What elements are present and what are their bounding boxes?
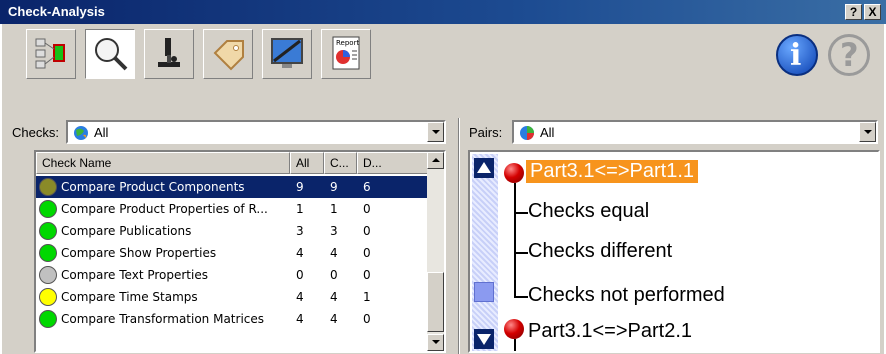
- column-header-all[interactable]: All: [290, 152, 324, 174]
- status-green-icon: [39, 200, 57, 218]
- panel-divider[interactable]: [458, 118, 460, 354]
- globe-icon: [74, 126, 88, 140]
- display-tool-button[interactable]: [262, 29, 312, 79]
- tree-connector: [514, 296, 528, 298]
- structure-tool-button[interactable]: [26, 29, 76, 79]
- arrow-down-icon: [432, 340, 440, 344]
- tree-node-checks-equal[interactable]: Checks equal: [528, 200, 649, 223]
- scroll-down-button[interactable]: [427, 334, 444, 351]
- tree-scrollbar[interactable]: [472, 154, 498, 351]
- help-icon: ?: [840, 36, 859, 74]
- table-row[interactable]: Compare Show Properties 4 4 0: [36, 242, 428, 264]
- info-button[interactable]: i: [776, 34, 818, 76]
- arrow-down-icon: [477, 334, 491, 345]
- column-header-check-name[interactable]: Check Name: [36, 152, 290, 174]
- product-structure-icon: [35, 38, 65, 69]
- table-row[interactable]: Compare Time Stamps 4 4 1: [36, 286, 428, 308]
- scroll-up-button[interactable]: [427, 152, 444, 169]
- pairs-tree: Part3.1<=>Part1.1 Checks equal Checks di…: [468, 150, 880, 353]
- arrow-up-icon: [432, 158, 440, 162]
- chevron-down-icon[interactable]: [859, 122, 876, 142]
- zoom-tool-button[interactable]: [85, 29, 135, 79]
- status-olive-icon: [39, 178, 57, 196]
- tree-connector: [514, 252, 528, 254]
- scroll-thumb[interactable]: [427, 272, 444, 332]
- tree-connector: [514, 183, 516, 298]
- tree-node-checks-not-performed[interactable]: Checks not performed: [528, 284, 725, 307]
- tree-node-next[interactable]: Part3.1<=>Part2.1: [528, 320, 692, 343]
- tree-scroll-up-button[interactable]: [474, 158, 494, 178]
- microscope-tool-button[interactable]: [144, 29, 194, 79]
- tree-scroll-down-button[interactable]: [474, 329, 494, 349]
- status-green-icon: [39, 310, 57, 328]
- checks-scrollbar[interactable]: [427, 152, 444, 351]
- report-icon-caption: Report: [336, 39, 359, 47]
- pie-icon: [520, 126, 534, 140]
- help-title-button[interactable]: ?: [845, 4, 862, 20]
- tag-tool-button[interactable]: [203, 29, 253, 79]
- red-ball-icon: [504, 319, 524, 339]
- magnifier-icon: [95, 38, 128, 71]
- tree-connector: [514, 212, 528, 214]
- column-header-d[interactable]: D...: [357, 152, 428, 174]
- checks-filter-select[interactable]: All: [66, 120, 446, 144]
- table-row[interactable]: Compare Transformation Matrices 4 4 0: [36, 308, 428, 330]
- tree-connector: [514, 339, 516, 351]
- pairs-label: Pairs:: [469, 125, 503, 140]
- info-icon: i: [790, 38, 802, 73]
- microscope-icon: [158, 38, 180, 67]
- close-button[interactable]: X: [864, 4, 881, 20]
- monitor-icon: [271, 38, 303, 68]
- status-yellow-icon: [39, 288, 57, 306]
- table-row[interactable]: Compare Product Properties of R... 1 1 0: [36, 198, 428, 220]
- tree-scroll-thumb[interactable]: [474, 282, 494, 302]
- status-gray-icon: [39, 266, 57, 284]
- checks-label: Checks:: [12, 125, 59, 140]
- window-title: Check-Analysis: [8, 4, 105, 19]
- help-button[interactable]: ?: [828, 34, 870, 76]
- checks-filter-value: All: [94, 125, 109, 140]
- tag-icon: [213, 40, 244, 71]
- column-header-c[interactable]: C...: [324, 152, 357, 174]
- pairs-filter-select[interactable]: All: [512, 120, 878, 144]
- chevron-down-icon[interactable]: [427, 122, 444, 142]
- table-row[interactable]: Compare Product Components 9 9 6: [36, 176, 428, 198]
- report-icon: Report: [332, 36, 360, 70]
- tree-node-checks-different[interactable]: Checks different: [528, 240, 672, 263]
- table-row[interactable]: Compare Text Properties 0 0 0: [36, 264, 428, 286]
- tree-node-root[interactable]: Part3.1<=>Part1.1: [526, 160, 699, 183]
- report-tool-button[interactable]: Report: [321, 29, 371, 79]
- title-bar[interactable]: Check-Analysis ? X: [0, 0, 886, 24]
- red-ball-icon: [504, 163, 524, 183]
- status-green-icon: [39, 244, 57, 262]
- table-row[interactable]: Compare Publications 3 3 0: [36, 220, 428, 242]
- arrow-up-icon: [477, 162, 491, 173]
- pairs-filter-value: All: [540, 125, 555, 140]
- checks-table: Check Name All C... D... Compare Product…: [34, 150, 446, 353]
- check-analysis-window: Check-Analysis ? X Report i ? Checks: Al…: [0, 0, 886, 354]
- status-green-icon: [39, 222, 57, 240]
